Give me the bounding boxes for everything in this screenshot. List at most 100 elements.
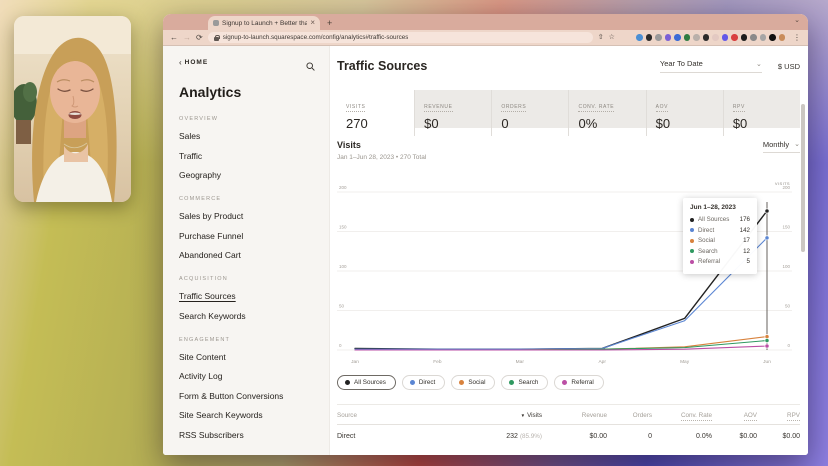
series-endpoint-referral bbox=[764, 343, 770, 349]
table-row[interactable]: Direct 232 (85.9%) $0.00 0 0.0% $0.00 $0.00 bbox=[337, 425, 800, 440]
extension-icon-6[interactable] bbox=[683, 34, 690, 41]
column-label: AOV bbox=[743, 412, 757, 421]
extension-icon-9[interactable] bbox=[712, 34, 719, 41]
chevron-down-icon: ⌄ bbox=[794, 141, 800, 148]
extensions-row bbox=[624, 34, 785, 41]
sidebar-item-purchase-funnel[interactable]: Purchase Funnel bbox=[179, 231, 319, 241]
extension-icon-1[interactable] bbox=[636, 34, 643, 41]
extension-icon-13[interactable] bbox=[750, 34, 757, 41]
sidebar-item-site-search-keywords[interactable]: Site Search Keywords bbox=[179, 410, 319, 420]
stat-aov[interactable]: AOV $0 bbox=[645, 90, 723, 136]
extension-icon-8[interactable] bbox=[702, 34, 709, 41]
extension-icon-5[interactable] bbox=[674, 34, 681, 41]
stat-visits[interactable]: VISITS 270 bbox=[337, 90, 415, 136]
browser-toolbar: ← → ⟳ signup-to-launch.squarespace.com/c… bbox=[163, 30, 808, 46]
tooltip-row-social: Social 17 bbox=[690, 237, 750, 244]
visits-share: (85.9%) bbox=[519, 433, 542, 440]
series-dot-icon bbox=[509, 380, 515, 385]
scrollbar-thumb[interactable] bbox=[801, 104, 805, 252]
stat-revenue[interactable]: REVENUE $0 bbox=[414, 90, 491, 136]
sidebar-item-sales[interactable]: Sales bbox=[179, 131, 319, 141]
legend-label: All Sources bbox=[354, 379, 386, 386]
browser-menu-icon[interactable]: ⋮ bbox=[793, 33, 801, 42]
y-tick-right: 50 bbox=[785, 304, 791, 309]
tab-close-icon[interactable]: × bbox=[310, 19, 315, 27]
sidebar-item-activity-log[interactable]: Activity Log bbox=[179, 371, 319, 381]
legend-pill-social[interactable]: Social bbox=[451, 375, 496, 390]
extension-icon-10[interactable] bbox=[721, 34, 728, 41]
extension-icon-11[interactable] bbox=[731, 34, 738, 41]
extension-icon-7[interactable] bbox=[693, 34, 700, 41]
sidebar-item-rss-subscribers[interactable]: RSS Subscribers bbox=[179, 430, 319, 440]
stat-rpv[interactable]: RPV $0 bbox=[722, 90, 800, 136]
tooltip-series-value: 17 bbox=[743, 237, 750, 244]
back-chevron-icon: ‹ bbox=[179, 58, 182, 67]
extension-icon-15[interactable] bbox=[769, 34, 776, 41]
column-label: Orders bbox=[632, 412, 652, 419]
lock-icon bbox=[213, 34, 220, 41]
share-icon[interactable]: ⇧ bbox=[598, 34, 604, 41]
sidebar-section-acquisition: ACQUISITION bbox=[179, 276, 228, 282]
search-icon[interactable] bbox=[306, 58, 315, 76]
tooltip-series-value: 5 bbox=[746, 258, 750, 265]
extension-icon-12[interactable] bbox=[740, 34, 747, 41]
forward-icon[interactable]: → bbox=[183, 33, 191, 42]
tooltip-series-name: All Sources bbox=[698, 216, 730, 223]
column-header-rpv[interactable]: RPV bbox=[757, 412, 800, 421]
sidebar-item-search-keywords[interactable]: Search Keywords bbox=[179, 311, 319, 321]
tab-title: Signup to Launch + Better tha bbox=[222, 19, 308, 27]
legend-pill-direct[interactable]: Direct bbox=[401, 375, 446, 390]
sidebar-item-site-content[interactable]: Site Content bbox=[179, 352, 319, 362]
series-endpoint-search bbox=[764, 338, 770, 343]
legend-pill-all-sources[interactable]: All Sources bbox=[337, 375, 396, 390]
column-header-orders[interactable]: Orders bbox=[607, 412, 652, 419]
sidebar-item-traffic-sources[interactable]: Traffic Sources bbox=[179, 291, 319, 301]
tooltip-series-name: Referral bbox=[698, 258, 721, 265]
stat-orders[interactable]: ORDERS 0 bbox=[491, 90, 568, 136]
back-icon[interactable]: ← bbox=[170, 33, 178, 42]
webcam-video bbox=[14, 16, 131, 202]
sidebar-item-form-button-conversions[interactable]: Form & Button Conversions bbox=[179, 391, 319, 401]
extension-icon-14[interactable] bbox=[759, 34, 766, 41]
sidebar-item-abandoned-cart[interactable]: Abandoned Cart bbox=[179, 250, 319, 260]
sidebar-item-traffic[interactable]: Traffic bbox=[179, 151, 319, 161]
extension-icon-3[interactable] bbox=[655, 34, 662, 41]
column-header-revenue[interactable]: Revenue bbox=[542, 412, 607, 419]
series-dot-icon bbox=[690, 217, 694, 222]
legend-pill-search[interactable]: Search bbox=[501, 375, 549, 390]
series-dot-icon bbox=[690, 249, 694, 253]
chart-area: 0 0 50 50 100 100 150 150 200 200 VISITS Jan Feb Mar A… bbox=[330, 170, 808, 380]
new-tab-button[interactable]: + bbox=[327, 16, 332, 30]
y-tick-right: 0 bbox=[787, 343, 790, 348]
stat-conv-rate[interactable]: CONV. RATE 0% bbox=[568, 90, 645, 136]
sidebar-item-sales-by-product[interactable]: Sales by Product bbox=[179, 211, 319, 221]
series-endpoint-direct bbox=[764, 235, 770, 241]
extension-icon-16[interactable] bbox=[778, 34, 785, 41]
browser-tab[interactable]: Signup to Launch + Better tha × bbox=[208, 16, 320, 30]
granularity-select[interactable]: Monthly ⌄ bbox=[762, 140, 800, 153]
legend-label: Referral bbox=[571, 379, 594, 386]
extension-icon-4[interactable] bbox=[664, 34, 671, 41]
y-tick-right: 100 bbox=[782, 264, 790, 269]
tab-search-chevron-icon[interactable]: ⌄ bbox=[794, 16, 800, 24]
y-axis-label: VISITS bbox=[775, 181, 790, 186]
column-header-conv-rate[interactable]: Conv. Rate bbox=[652, 412, 712, 421]
sidebar-item-geography[interactable]: Geography bbox=[179, 170, 319, 180]
chart-title: Visits bbox=[337, 140, 361, 150]
url-bar[interactable]: signup-to-launch.squarespace.com/config/… bbox=[207, 32, 593, 43]
extension-icon-2[interactable] bbox=[645, 34, 652, 41]
tooltip-series-value: 142 bbox=[739, 226, 750, 234]
legend-pill-referral[interactable]: Referral bbox=[554, 375, 604, 390]
home-link[interactable]: ‹ HOME bbox=[179, 58, 319, 67]
stat-value: 0% bbox=[578, 116, 598, 131]
column-header-source[interactable]: Source bbox=[337, 412, 417, 419]
bookmark-star-icon[interactable]: ☆ bbox=[609, 34, 615, 41]
legend-label: Search bbox=[518, 379, 539, 386]
date-range-select[interactable]: Year To Date ⌄ bbox=[659, 59, 762, 73]
currency-select[interactable]: $ USD bbox=[778, 62, 800, 71]
reload-icon[interactable]: ⟳ bbox=[196, 33, 203, 42]
column-header-aov[interactable]: AOV bbox=[712, 412, 757, 421]
tooltip-series-name: Search bbox=[698, 247, 718, 255]
column-header-visits[interactable]: ▼ Visits bbox=[417, 412, 542, 419]
stat-value: 270 bbox=[346, 116, 368, 131]
